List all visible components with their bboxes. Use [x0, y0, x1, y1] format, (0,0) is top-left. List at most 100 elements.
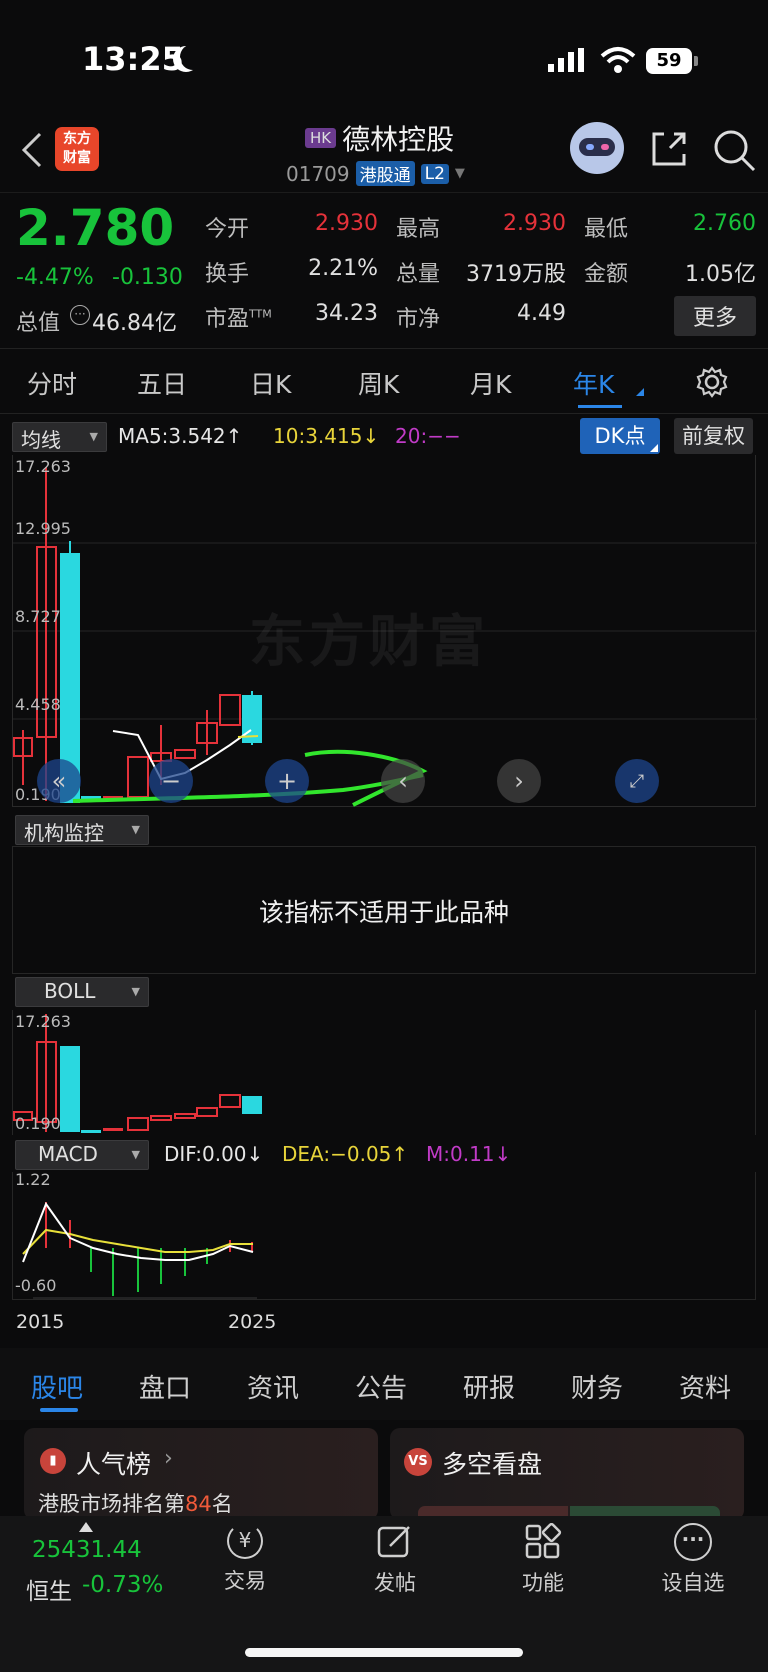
volume-value: 3719万股: [466, 262, 566, 287]
inst-dropdown[interactable]: 机构监控 ▼: [15, 815, 149, 845]
tab-minute[interactable]: 分时: [27, 365, 77, 401]
scroll-left-icon[interactable]: «: [37, 759, 81, 803]
y-axis-label: 4.458: [15, 695, 61, 714]
stock-code: 01709: [286, 161, 350, 186]
stock-name: 德林控股: [342, 123, 455, 156]
chart-bars-icon: ▮: [40, 1448, 66, 1474]
macd-y-top: 1.22: [15, 1170, 51, 1189]
boll-chart-svg: [13, 1014, 262, 1133]
open-label: 今开: [205, 217, 250, 242]
mcap-label: 总值: [16, 311, 61, 336]
chevron-down-icon: ▼: [131, 1148, 140, 1161]
back-icon[interactable]: [18, 130, 48, 170]
boll-chart[interactable]: 17.263 0.190: [12, 1010, 756, 1135]
nav-trade[interactable]: ¥ 交易: [190, 1523, 300, 1595]
battery-tip: [694, 56, 698, 66]
nav-post-label: 发帖: [374, 1571, 416, 1595]
main-chart[interactable]: 东方财富 17.263 12.995 8.727 4.458 0.190 « −…: [12, 455, 757, 807]
index-value[interactable]: 25431.44: [32, 1537, 142, 1563]
index-change[interactable]: -0.73%: [82, 1572, 163, 1598]
popularity-card[interactable]: ▮ 人气榜 › 港股市场排名第84名: [24, 1428, 378, 1520]
robot-assistant-icon[interactable]: [570, 122, 624, 174]
tab-profile[interactable]: 资料: [679, 1368, 731, 1405]
inst-message: 该指标不适用于此品种: [258, 898, 509, 927]
dif-readout: DIF:0.00↓: [164, 1142, 264, 1166]
info-icon[interactable]: ···: [70, 305, 90, 325]
m-readout: M:0.11↓: [426, 1142, 512, 1166]
bullbear-title: 多空看盘: [442, 1450, 543, 1479]
volume-label: 总量: [396, 262, 441, 287]
nav-watchlist-label: 设自选: [661, 1571, 725, 1595]
triangle-up-icon: [79, 1522, 93, 1532]
tab-five-day[interactable]: 五日: [137, 365, 187, 401]
fullscreen-icon[interactable]: ⤢: [615, 759, 659, 803]
macd-chart[interactable]: 1.22 -0.60: [12, 1170, 756, 1300]
prev-icon[interactable]: ‹: [381, 759, 425, 803]
candle: [196, 1107, 218, 1117]
nav-functions[interactable]: 功能: [488, 1523, 598, 1597]
signal-icon: [548, 48, 584, 72]
battery-level: 59: [656, 50, 682, 71]
adjust-button[interactable]: 前复权: [674, 418, 753, 454]
tab-pankou[interactable]: 盘口: [139, 1368, 191, 1405]
app-logo: 东方 财富: [55, 127, 99, 171]
index-name[interactable]: 恒生: [26, 1572, 72, 1606]
tab-guba[interactable]: 股吧: [31, 1368, 83, 1405]
next-icon[interactable]: ›: [497, 759, 541, 803]
candle: [103, 1128, 123, 1131]
candle: [60, 1046, 80, 1132]
tab-research[interactable]: 研报: [463, 1368, 515, 1405]
pe-label-text: 市盈: [205, 307, 250, 332]
low-value: 2.760: [693, 211, 756, 236]
gear-icon[interactable]: [695, 365, 729, 399]
zoom-out-icon[interactable]: −: [149, 759, 193, 803]
moon-icon: [180, 44, 206, 70]
amount-label: 金额: [584, 262, 629, 287]
candle: [174, 1113, 196, 1119]
ma10-line: [237, 735, 259, 738]
x-axis-start: 2015: [16, 1311, 65, 1333]
nav-watchlist[interactable]: ··· 设自选: [638, 1523, 748, 1597]
boll-dropdown[interactable]: BOLL ▼: [15, 977, 149, 1007]
stock-subtitle[interactable]: 01709 港股通 L2 ▼: [286, 161, 465, 186]
tab-yearly-k[interactable]: 年K: [573, 365, 614, 401]
dea-readout: DEA:−0.05↑: [282, 1142, 409, 1166]
pb-value: 4.49: [517, 301, 566, 326]
tab-finance[interactable]: 财务: [571, 1368, 623, 1405]
search-icon[interactable]: [712, 128, 758, 174]
tab-weekly-k[interactable]: 周K: [358, 365, 399, 401]
popularity-title: 人气榜: [76, 1450, 152, 1479]
dk-point-button[interactable]: DK点: [580, 418, 660, 454]
candle: [219, 1094, 241, 1108]
ma10-readout: 10:3.415↓: [273, 424, 380, 448]
popularity-text: 港股市场排名第84名: [38, 1488, 233, 1518]
x-axis-end: 2025: [228, 1311, 277, 1333]
yen-refresh-icon: ¥: [227, 1523, 263, 1559]
bullbear-card[interactable]: VS 多空看盘: [390, 1428, 744, 1520]
macd-dropdown-label: MACD: [38, 1142, 98, 1166]
tab-monthly-k[interactable]: 月K: [470, 365, 511, 401]
change-pct: -4.47%: [16, 265, 94, 290]
tab-announcements[interactable]: 公告: [355, 1368, 407, 1405]
share-icon[interactable]: [648, 128, 690, 170]
open-value: 2.930: [315, 211, 378, 236]
tab-daily-k[interactable]: 日K: [250, 365, 291, 401]
chart-watermark: 东方财富: [249, 610, 489, 675]
indicator-dropdown[interactable]: 均线 ▼: [12, 422, 107, 452]
candle: [174, 749, 196, 759]
status-bar: 13:25 59: [0, 0, 768, 110]
indicator-dropdown-label: 均线: [21, 428, 61, 452]
tab-yearly-k-corner: [636, 388, 644, 396]
nav-post[interactable]: 发帖: [340, 1523, 450, 1597]
tab-news[interactable]: 资讯: [247, 1368, 299, 1405]
macd-dropdown[interactable]: MACD ▼: [15, 1140, 149, 1170]
ma5-readout: MA5:3.542↑: [118, 424, 243, 448]
high-label: 最高: [396, 217, 441, 242]
vs-icon: VS: [404, 1448, 432, 1476]
zoom-in-icon[interactable]: +: [265, 759, 309, 803]
nav-functions-label: 功能: [522, 1571, 564, 1595]
pe-label: 市盈TTM: [205, 301, 272, 333]
inst-dropdown-label: 机构监控: [24, 821, 104, 845]
turnover-label: 换手: [205, 262, 250, 287]
more-button[interactable]: 更多: [674, 296, 756, 336]
